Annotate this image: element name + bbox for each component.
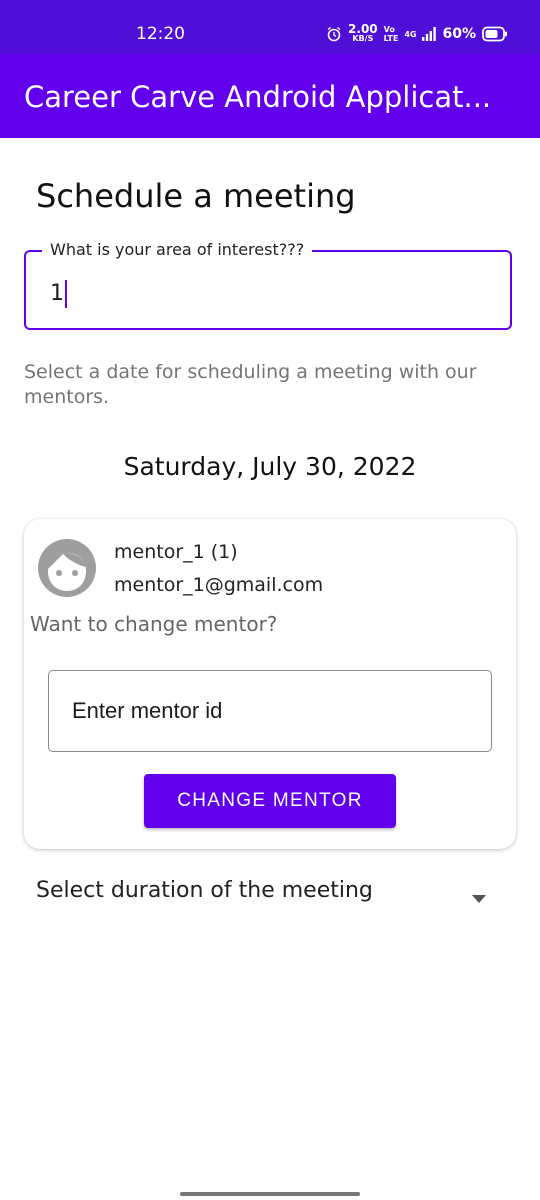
dropdown-arrow-icon bbox=[472, 888, 486, 907]
change-mentor-prompt: Want to change mentor? bbox=[30, 612, 278, 636]
duration-select-label: Select duration of the meeting bbox=[36, 878, 373, 903]
home-indicator[interactable] bbox=[180, 1192, 360, 1196]
date-helper-text: Select a date for scheduling a meeting w… bbox=[24, 361, 477, 408]
change-mentor-button[interactable]: CHANGE MENTOR bbox=[144, 774, 396, 828]
mentor-card: mentor_1 (1) mentor_1@gmail.com Want to … bbox=[24, 519, 516, 849]
app-title: Career Carve Android Applicat... bbox=[24, 80, 492, 114]
mentor-id-input[interactable] bbox=[48, 670, 492, 752]
signal-icon bbox=[422, 27, 437, 41]
volte-top: Vo bbox=[383, 25, 395, 34]
volte-indicator: Vo LTE bbox=[384, 25, 399, 43]
area-of-interest-label: What is your area of interest??? bbox=[42, 240, 313, 260]
area-of-interest-field[interactable]: What is your area of interest??? 1 bbox=[24, 240, 512, 330]
status-indicators: 2.00 KB/S Vo LTE 4G 60% bbox=[320, 22, 508, 46]
app-bar: Career Carve Android Applicat... bbox=[0, 54, 540, 138]
area-of-interest-value: 1 bbox=[50, 281, 64, 306]
network-speed: 2.00 KB/S bbox=[348, 22, 378, 44]
selected-date[interactable]: Saturday, July 30, 2022 bbox=[0, 450, 540, 484]
battery-icon bbox=[482, 26, 508, 42]
face-icon bbox=[36, 537, 98, 599]
page-title: Schedule a meeting bbox=[36, 177, 356, 215]
area-of-interest-input[interactable]: 1 bbox=[50, 280, 67, 308]
duration-select[interactable]: Select duration of the meeting bbox=[36, 874, 496, 910]
status-time: 12:20 bbox=[136, 24, 185, 44]
mentor-name: mentor_1 (1) bbox=[114, 541, 238, 563]
alarm-icon bbox=[326, 26, 342, 42]
network-type: 4G bbox=[404, 29, 417, 39]
status-bar: 12:20 2.00 KB/S Vo LTE 4G 60% bbox=[0, 0, 540, 54]
text-caret bbox=[65, 280, 67, 308]
network-speed-value: 2.00 bbox=[348, 22, 378, 36]
network-speed-unit: KB/S bbox=[352, 34, 374, 43]
mentor-email: mentor_1@gmail.com bbox=[114, 574, 324, 596]
battery-percent: 60% bbox=[442, 26, 476, 42]
volte-bottom: LTE bbox=[383, 34, 399, 43]
